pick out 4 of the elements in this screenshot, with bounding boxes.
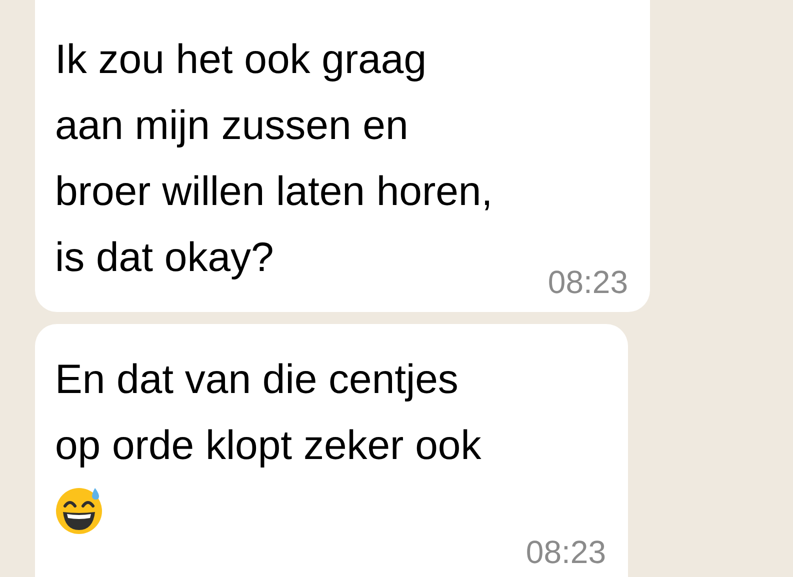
message-text: Ik zou het ook graag aan mijn zussen en broer willen laten horen, is dat okay? <box>55 35 493 282</box>
message-time: 08:23 <box>548 263 628 302</box>
message-text: En dat van die centjes op orde klopt zeker ook <box>55 355 482 470</box>
message-time: 08:23 <box>526 533 606 572</box>
